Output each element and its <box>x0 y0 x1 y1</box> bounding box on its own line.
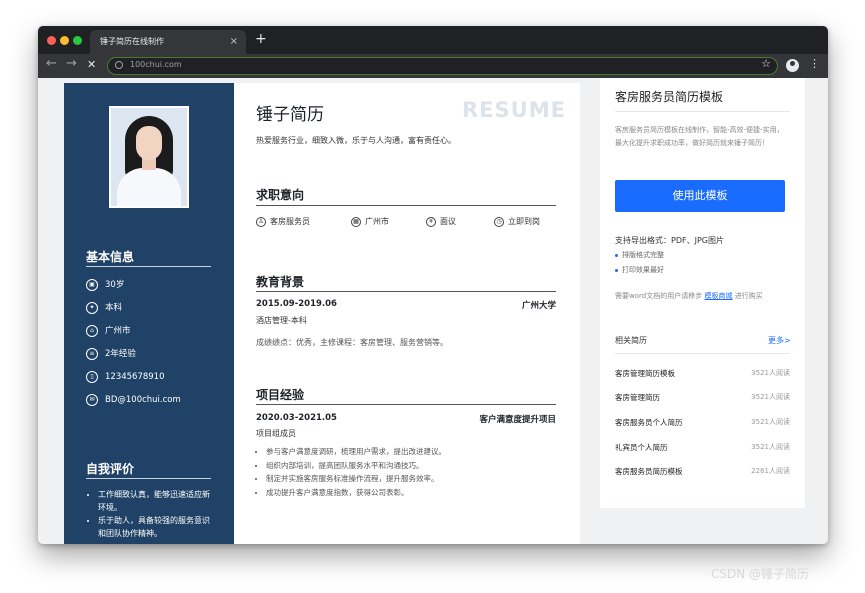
related-resume-link[interactable]: 客房服务员简历模板 <box>615 466 683 477</box>
list-item: 乐于助人，具备较强的服务意识和团队协作精神。 <box>98 514 215 540</box>
education-school: 广州大学 <box>521 301 556 311</box>
panel-title: 客房服务员简历模板 <box>615 90 724 104</box>
bookmark-star-icon[interactable]: ☆ <box>761 57 771 70</box>
location-icon: ⌂ <box>86 325 98 337</box>
divider <box>86 266 211 267</box>
related-resume-link[interactable]: 礼宾员个人简历 <box>615 442 668 453</box>
read-count: 3521人阅读 <box>751 418 790 426</box>
new-tab-button[interactable]: + <box>255 31 267 47</box>
title-bar: 锤子简历在线制作 × + <box>38 26 828 54</box>
list-item: 成功提升客户满意度指数，获得公司表彰。 <box>266 486 446 500</box>
divider <box>615 111 790 112</box>
project-period: 2020.03-2021.05 <box>256 413 337 423</box>
search-icon <box>115 61 123 69</box>
browser-window: 锤子简历在线制作 × + ← → ✕ 100chui.com ☆ ⋮ 基本信息 … <box>38 26 828 544</box>
education-title: 教育背景 <box>256 275 305 289</box>
medal-icon: ♙ <box>256 216 266 227</box>
resume-tagline: 热爱服务行业，细致入微，乐于与人沟通，富有责任心。 <box>256 136 456 145</box>
list-item: 制定并实施客房服务标准操作流程，提升服务效率。 <box>266 472 446 486</box>
resume-watermark: RESUME <box>462 98 566 122</box>
phone-icon: ▯ <box>86 371 98 383</box>
project-name: 客户满意度提升项目 <box>479 415 556 425</box>
project-bullets: 参与客户满意度调研，梳理用户需求，提出改进建议。 组织内部培训，提高团队服务水平… <box>266 445 446 499</box>
related-resume-link[interactable]: 客房服务员个人简历 <box>615 417 683 428</box>
profile-avatar-icon[interactable] <box>786 59 799 72</box>
read-count: 3521人阅读 <box>751 443 790 451</box>
read-count: 2261人阅读 <box>751 467 790 475</box>
feature-item: 排版格式完整 <box>615 250 664 260</box>
intent-position: ♙ 客房服务员 <box>256 216 310 227</box>
resume-preview: 基本信息 ▣ 30岁 ✦ 本科 ⌂ 广州市 ≡ 2年经验 ▯ 123456789… <box>64 83 580 544</box>
resume-main: 锤子简历 RESUME 热爱服务行业，细致入微，乐于与人沟通，富有责任心。 求职… <box>234 83 580 544</box>
url-text[interactable]: 100chui.com <box>130 60 182 69</box>
email-icon: ✉ <box>86 394 98 406</box>
list-item: 组织内部培训，提高团队服务水平和沟通技巧。 <box>266 459 446 473</box>
self-eval-title: 自我评价 <box>86 462 135 476</box>
related-resume-link[interactable]: 客房管理简历 <box>615 392 660 403</box>
page-content: 基本信息 ▣ 30岁 ✦ 本科 ⌂ 广州市 ≡ 2年经验 ▯ 123456789… <box>38 78 828 544</box>
export-formats: 支持导出格式：PDF、JPG图片 <box>615 236 724 245</box>
csdn-watermark: CSDN @锤子简历 <box>711 567 810 581</box>
profile-photo <box>109 106 189 208</box>
stop-loading-icon[interactable]: ✕ <box>87 58 96 71</box>
close-window-button[interactable] <box>47 36 56 45</box>
basic-info-title: 基本信息 <box>86 250 135 264</box>
related-title: 相关简历 <box>615 336 647 345</box>
age-icon: ▣ <box>86 279 98 291</box>
address-bar[interactable]: 100chui.com ☆ <box>107 57 778 75</box>
education-period: 2015.09-2019.06 <box>256 299 337 309</box>
template-store-link[interactable]: 模板商城 <box>704 292 732 300</box>
resume-sidebar: 基本信息 ▣ 30岁 ✦ 本科 ⌂ 广州市 ≡ 2年经验 ▯ 123456789… <box>64 83 234 544</box>
divider <box>86 478 211 479</box>
list-item: 工作细致认真，能够迅速适应新环境。 <box>98 488 215 514</box>
tab-close-icon[interactable]: × <box>230 30 238 54</box>
browser-tab[interactable]: 锤子简历在线制作 × <box>90 30 246 54</box>
minimize-window-button[interactable] <box>60 36 69 45</box>
back-icon[interactable]: ← <box>46 56 57 71</box>
intent-city: ▦ 广州市 <box>351 216 389 227</box>
self-eval-list: 工作细致认真，能够迅速适应新环境。 乐于助人，具备较强的服务意识和团队协作精神。 <box>90 488 215 540</box>
experience-icon: ≡ <box>86 348 98 360</box>
related-resume-link[interactable]: 客房管理简历模板 <box>615 368 675 379</box>
list-item: 参与客户满意度调研，梳理用户需求，提出改进建议。 <box>266 445 446 459</box>
salary-icon: ¥ <box>426 216 436 227</box>
resume-name: 锤子简历 <box>256 105 324 125</box>
project-title: 项目经验 <box>256 388 305 402</box>
intent-title: 求职意向 <box>256 188 305 202</box>
more-link[interactable]: 更多> <box>768 335 791 346</box>
divider <box>256 291 556 292</box>
project-role: 项目组成员 <box>256 429 296 438</box>
feature-item: 打印效果最好 <box>615 265 664 275</box>
tab-title: 锤子简历在线制作 <box>100 37 164 46</box>
building-icon: ▦ <box>351 216 361 227</box>
education-major: 酒店管理-本科 <box>256 316 307 325</box>
word-note: 需要word文档的用户请移步 模板商城 进行购买 <box>615 292 763 300</box>
template-info-panel: 客房服务员简历模板 客房服务员简历模板在线制作，智能-高效-便捷-实用，最大化提… <box>600 78 805 508</box>
read-count: 3521人阅读 <box>751 369 790 377</box>
intent-availability: ◷ 立即到岗 <box>494 216 540 227</box>
intent-salary: ¥ 面议 <box>426 216 456 227</box>
maximize-window-button[interactable] <box>73 36 82 45</box>
browser-toolbar: ← → ✕ 100chui.com ☆ ⋮ <box>38 54 828 78</box>
divider <box>256 404 556 405</box>
clock-icon: ◷ <box>494 216 504 227</box>
browser-menu-icon[interactable]: ⋮ <box>809 57 820 70</box>
education-icon: ✦ <box>86 302 98 314</box>
divider <box>256 205 556 206</box>
panel-description: 客房服务员简历模板在线制作，智能-高效-便捷-实用，最大化提升求职成功率，做好简… <box>615 126 784 147</box>
read-count: 3521人阅读 <box>751 393 790 401</box>
forward-icon[interactable]: → <box>66 56 77 71</box>
divider <box>615 353 790 354</box>
use-template-button[interactable]: 使用此模板 <box>615 180 785 212</box>
education-detail: 成绩绩点：优秀，主修课程：客房管理、服务营销等。 <box>256 338 448 347</box>
